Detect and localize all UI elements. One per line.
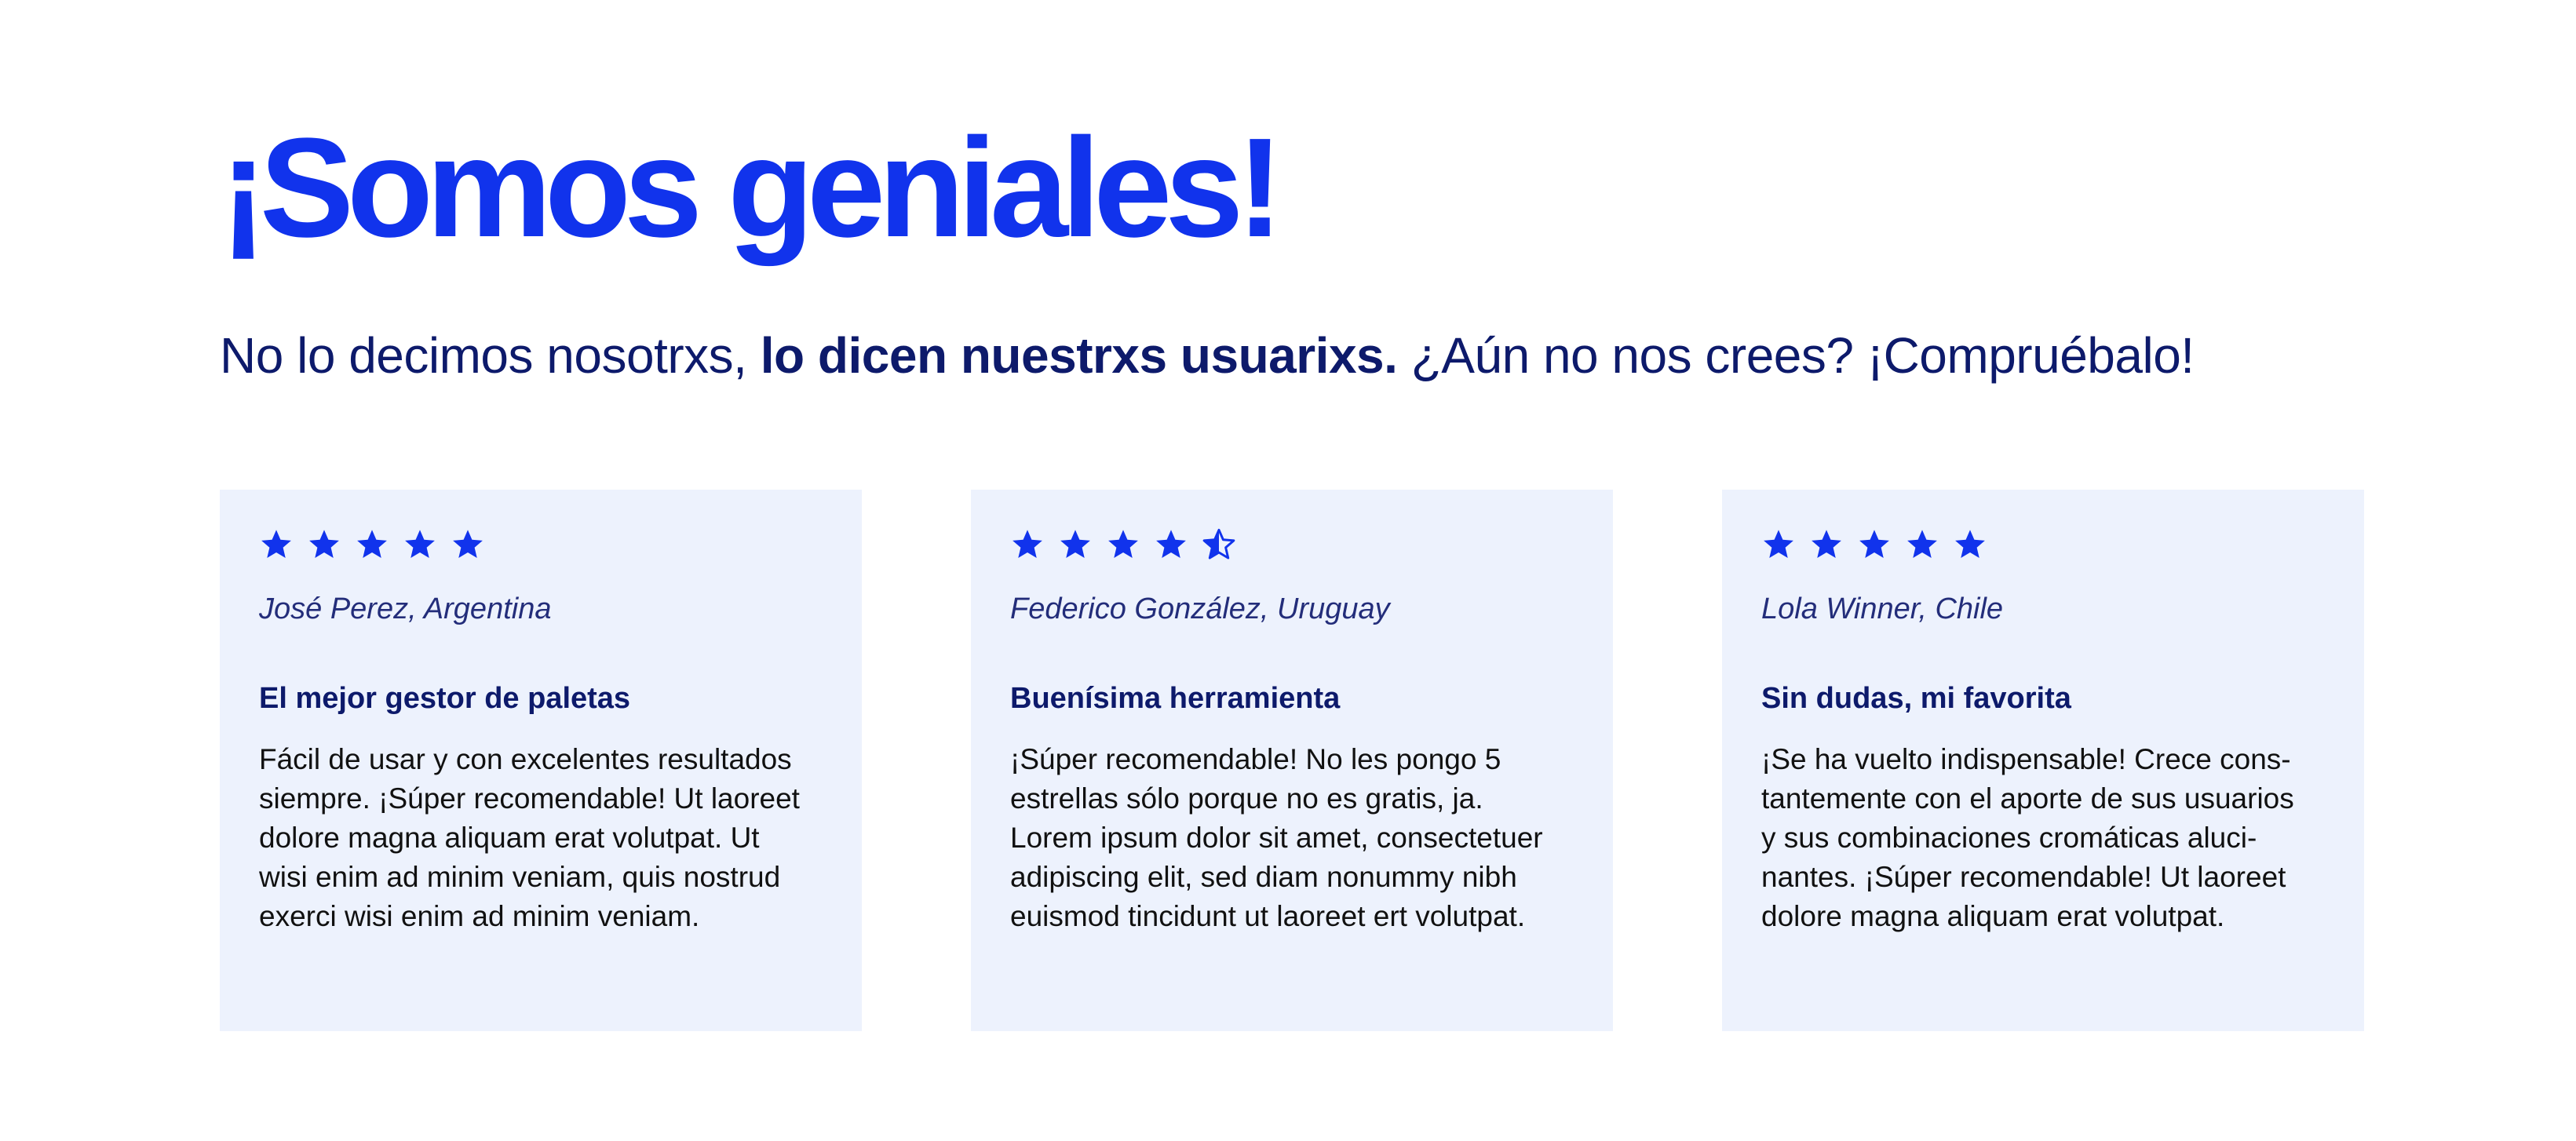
- star-full-icon: [1106, 527, 1140, 562]
- star-full-icon: [307, 527, 341, 562]
- star-full-icon: [1953, 527, 1987, 562]
- review-body-line: nantes. ¡Súper recomendable! Ut laoreet: [1761, 861, 2286, 894]
- star-full-icon: [259, 527, 294, 562]
- star-full-icon: [1905, 527, 1939, 562]
- review-body-line: Fácil de usar y con excelentes resultado…: [259, 743, 792, 776]
- testimonials-section: ¡Somos geniales! No lo decimos nosotrxs,…: [220, 0, 2364, 1141]
- review-title: El mejor gestor de paletas: [259, 681, 631, 715]
- review-cards: José Perez, Argentina El mejor gestor de…: [220, 490, 2364, 1031]
- review-card: Federico González, Uruguay Buenísima her…: [971, 490, 1613, 1031]
- review-body-line: Lorem ipsum dolor sit amet, consectetuer: [1010, 822, 1543, 855]
- star-full-icon: [1058, 527, 1093, 562]
- review-body-line: y sus combinaciones cromáticas aluci-: [1761, 822, 2257, 855]
- star-full-icon: [403, 527, 437, 562]
- review-body: ¡Súper recomendable! No les pongo 5 estr…: [1010, 740, 1574, 936]
- review-body: Fácil de usar y con excelentes resultado…: [259, 740, 823, 936]
- star-full-icon: [1857, 527, 1892, 562]
- subtitle-emphasis: lo dicen nuestrxs usuarixs.: [760, 327, 1398, 384]
- review-body: ¡Se ha vuelto indispensable! Crece cons-…: [1761, 740, 2325, 936]
- review-body-line: estrellas sólo porque no es gratis, ja.: [1010, 782, 1483, 815]
- review-author: Lola Winner, Chile: [1761, 592, 2004, 625]
- review-body-line: dolore magna aliquam erat volutpat. Ut: [259, 822, 760, 855]
- subtitle-lead: No lo decimos nosotrxs,: [220, 327, 761, 384]
- review-body-line: wisi enim ad minim veniam, quis nostrud: [259, 861, 781, 894]
- star-rating: [1761, 527, 2325, 562]
- review-body-line: ¡Se ha vuelto indispensable! Crece cons-: [1761, 743, 2291, 776]
- star-full-icon: [1010, 527, 1045, 562]
- review-title: Sin dudas, mi favorita: [1761, 681, 2071, 715]
- star-full-icon: [1809, 527, 1844, 562]
- star-rating: [1010, 527, 1574, 562]
- page-subtitle: No lo decimos nosotrxs, lo dicen nuestrx…: [220, 326, 2195, 386]
- star-full-icon: [1154, 527, 1188, 562]
- review-author: Federico González, Uruguay: [1010, 592, 1390, 625]
- review-body-line: tantemente con el aporte de sus usuarios: [1761, 782, 2294, 815]
- review-body-line: exerci wisi enim ad minim veniam.: [259, 900, 700, 933]
- review-body-line: siempre. ¡Súper recomendable! Ut laoreet: [259, 782, 800, 815]
- star-half-icon: [1202, 527, 1236, 562]
- review-body-line: adipiscing elit, sed diam nonummy nibh: [1010, 861, 1517, 894]
- subtitle-tail: ¿Aún no nos crees? ¡Compruébalo!: [1397, 327, 2195, 384]
- page-title: ¡Somos geniales!: [220, 109, 1283, 267]
- review-body-line: ¡Súper recomendable! No les pongo 5: [1010, 743, 1501, 776]
- review-author: José Perez, Argentina: [259, 592, 552, 625]
- star-rating: [259, 527, 823, 562]
- review-body-line: dolore magna aliquam erat volutpat.: [1761, 900, 2225, 933]
- review-body-line: euismod tincidunt ut laoreet ert volutpa…: [1010, 900, 1526, 933]
- star-full-icon: [451, 527, 485, 562]
- review-card: José Perez, Argentina El mejor gestor de…: [220, 490, 862, 1031]
- review-title: Buenísima herramienta: [1010, 681, 1341, 715]
- star-full-icon: [355, 527, 389, 562]
- review-card: Lola Winner, Chile Sin dudas, mi favorit…: [1722, 490, 2364, 1031]
- star-full-icon: [1761, 527, 1796, 562]
